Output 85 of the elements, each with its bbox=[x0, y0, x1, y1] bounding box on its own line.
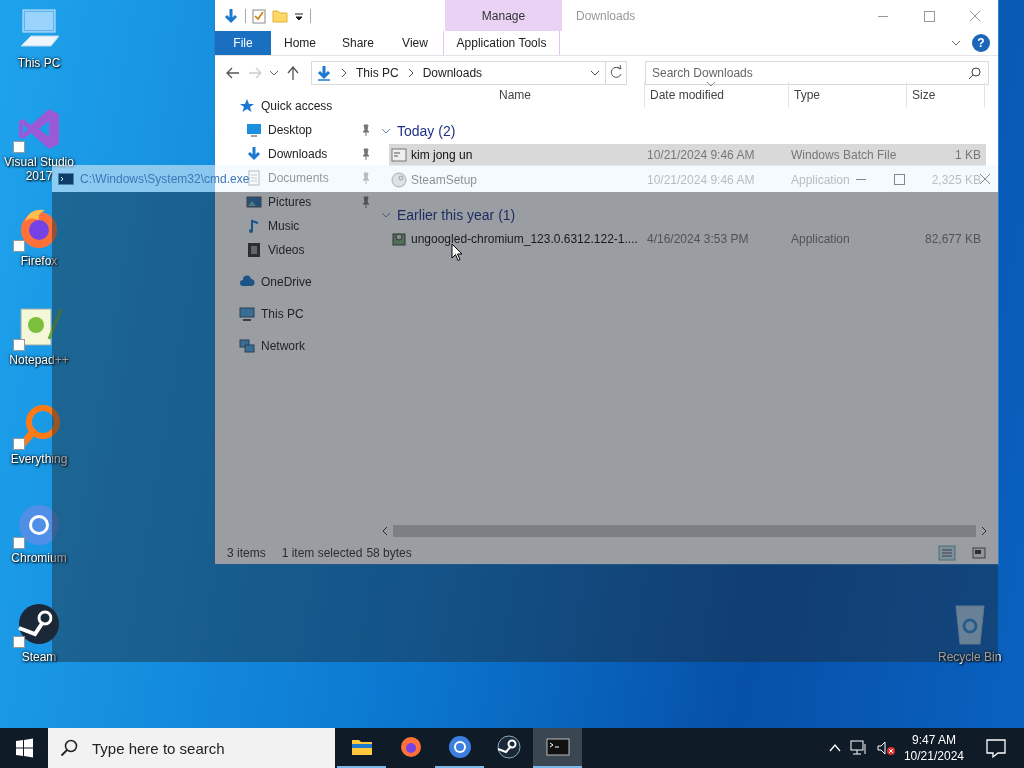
window-title: Downloads bbox=[576, 8, 637, 23]
ribbon-tab[interactable]: View bbox=[387, 31, 443, 55]
computer-icon bbox=[239, 306, 255, 322]
search-icon bbox=[968, 66, 982, 80]
context-tab-header: Manage bbox=[445, 0, 562, 31]
download-icon bbox=[246, 146, 262, 162]
taskbar-search-field[interactable]: Type here to search bbox=[92, 739, 335, 757]
search-icon bbox=[60, 739, 78, 757]
breadcrumb[interactable]: Downloads bbox=[422, 66, 483, 80]
chevron-right-icon[interactable] bbox=[340, 68, 348, 78]
file-size: 1 KB bbox=[955, 148, 981, 162]
refresh-icon[interactable] bbox=[606, 61, 627, 85]
file-date: 4/16/2024 3:53 PM bbox=[647, 232, 749, 246]
magnifier-ring-icon[interactable] bbox=[15, 402, 63, 450]
help-button[interactable]: ? bbox=[972, 34, 990, 52]
search-box[interactable]: Search Downloads bbox=[645, 61, 989, 85]
nav-label[interactable]: Desktop bbox=[268, 123, 313, 137]
group-header[interactable]: Today (2) bbox=[381, 120, 456, 142]
address-bar[interactable]: This PC Downloads bbox=[311, 61, 606, 85]
file-type: Windows Batch File bbox=[791, 148, 897, 162]
file-size: 82,677 KB bbox=[924, 232, 981, 246]
nav-label[interactable]: Downloads bbox=[268, 147, 328, 161]
icon-label[interactable]: Steam bbox=[21, 650, 57, 664]
nav-label[interactable]: Pictures bbox=[268, 195, 312, 209]
status-text: 58 bytes bbox=[366, 546, 412, 560]
icon-label[interactable]: Everything bbox=[10, 452, 68, 466]
nav-label[interactable]: Music bbox=[268, 219, 300, 233]
nav-label[interactable]: OneDrive bbox=[261, 275, 312, 289]
batch-file-icon bbox=[391, 147, 407, 163]
file-size: 2,325 KB bbox=[931, 173, 981, 187]
group-header[interactable]: Earlier this year (1) bbox=[381, 204, 516, 226]
file-date: 10/21/2024 9:46 AM bbox=[647, 173, 755, 187]
down-arrow-icon[interactable] bbox=[223, 7, 239, 24]
taskbar-app-button[interactable] bbox=[533, 728, 582, 768]
icon-label[interactable]: Chromium bbox=[11, 551, 67, 565]
clock-time: 9:47 AM bbox=[911, 732, 956, 748]
column-header[interactable]: Name bbox=[381, 82, 645, 108]
back-arrow-icon[interactable] bbox=[225, 65, 241, 81]
scroll-left-icon[interactable] bbox=[381, 526, 389, 536]
file-row[interactable]: kim jong un 10/21/2024 9:46 AM Windows Batch File 1 KB bbox=[389, 144, 986, 166]
star-icon bbox=[239, 98, 255, 114]
icon-label[interactable]: Recycle Bin bbox=[938, 650, 1002, 664]
file-row[interactable]: SteamSetup 10/21/2024 9:46 AM Application 2,325 KB bbox=[389, 169, 986, 191]
file-type: Application bbox=[791, 173, 850, 187]
desktop-icon bbox=[246, 122, 262, 138]
column-header[interactable]: Type bbox=[789, 82, 907, 108]
checklist-icon[interactable] bbox=[252, 7, 266, 24]
chromium-ball-icon bbox=[446, 734, 473, 760]
file-name: SteamSetup bbox=[411, 173, 478, 187]
nav-label[interactable]: This PC bbox=[261, 307, 304, 321]
nav-label[interactable]: Videos bbox=[268, 243, 305, 257]
network-icon[interactable] bbox=[849, 740, 868, 756]
column-header[interactable]: Size bbox=[907, 82, 985, 108]
file-name: ungoogled-chromium_123.0.6312.122-1.... bbox=[411, 232, 638, 246]
ribbon-tab[interactable]: Share bbox=[329, 31, 387, 55]
chevron-right-icon[interactable] bbox=[406, 68, 415, 78]
steam-icon bbox=[495, 734, 522, 760]
steam-icon bbox=[391, 172, 407, 188]
large-icons-view-icon[interactable] bbox=[972, 546, 986, 560]
up-arrow-icon[interactable] bbox=[285, 65, 301, 81]
ribbon-tab[interactable]: File bbox=[215, 31, 271, 55]
breadcrumb[interactable]: This PC bbox=[356, 66, 399, 80]
film-icon bbox=[246, 242, 262, 258]
installer-icon bbox=[391, 231, 407, 247]
status-text: 1 item selected bbox=[281, 546, 363, 560]
nav-label[interactable]: Network bbox=[261, 339, 305, 353]
taskbar-search-box[interactable]: Type here to search bbox=[48, 728, 335, 768]
network-icon bbox=[239, 338, 255, 354]
file-row[interactable]: ungoogled-chromium_123.0.6312.122-1.... 4/16/2024 3:53 PM Application 82,677 KB bbox=[389, 228, 986, 250]
status-text: 3 items bbox=[227, 546, 266, 560]
nav-label[interactable]: Quick access bbox=[261, 99, 333, 113]
file-type: Application bbox=[791, 232, 850, 246]
speaker-muted-icon[interactable] bbox=[875, 740, 896, 756]
scroll-right-icon[interactable] bbox=[980, 526, 988, 536]
file-date: 10/21/2024 9:46 AM bbox=[647, 148, 755, 162]
clock-date: 10/21/2024 bbox=[903, 748, 964, 764]
search-field[interactable]: Search Downloads bbox=[652, 66, 968, 80]
picture-icon bbox=[246, 194, 262, 210]
ribbon-tab[interactable]: Home bbox=[271, 31, 329, 55]
file-name: kim jong un bbox=[411, 148, 473, 162]
scrollbar-thumb[interactable] bbox=[393, 525, 976, 537]
download-arrow-icon bbox=[316, 65, 332, 81]
ribbon-tab[interactable]: Application Tools bbox=[443, 31, 560, 55]
console-icon bbox=[58, 172, 74, 185]
column-header[interactable]: Date modified bbox=[645, 82, 789, 108]
